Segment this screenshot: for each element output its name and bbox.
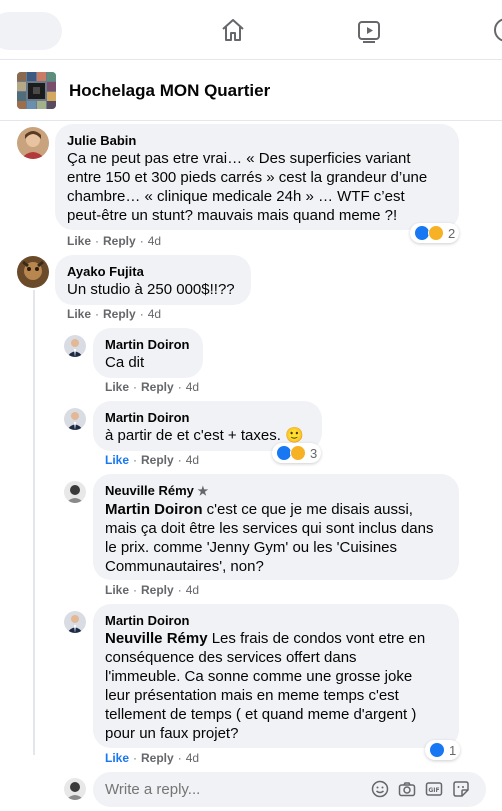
wow-reaction-icon	[290, 445, 306, 461]
reply-actions: Like · Reply · 4d	[105, 453, 200, 467]
reply-composer[interactable]: GIF	[93, 772, 486, 807]
reply-button[interactable]: Reply	[141, 453, 174, 467]
current-user-avatar[interactable]	[64, 778, 86, 800]
comment-text-line: Ça ne peut pas etre vrai… « Des superfic…	[67, 150, 411, 167]
comment-text-line: Un studio à 250 000$!!??	[67, 281, 235, 298]
reply-button[interactable]: Reply	[141, 751, 174, 765]
reply-author[interactable]: Martin Doiron	[105, 336, 191, 353]
avatar[interactable]	[64, 611, 86, 633]
reply-text-line: leur présentation mais en meme temps c'e…	[105, 687, 399, 704]
avatar[interactable]	[64, 408, 86, 430]
avatar[interactable]	[17, 256, 49, 288]
top-navigation-bar	[0, 0, 502, 60]
reaction-summary[interactable]: 1	[425, 740, 461, 760]
reply-button[interactable]: Reply	[141, 583, 174, 597]
reply-text-line: Neuville Rémy Les frais de condos vont e…	[105, 629, 447, 648]
reply-text-line: tellement de temps ( et quand meme d'arg…	[105, 706, 417, 723]
reaction-count: 2	[448, 225, 456, 241]
haha-reaction-icon	[428, 225, 444, 241]
like-button[interactable]: Like	[67, 234, 91, 248]
comment-author[interactable]: Julie Babin	[67, 132, 447, 149]
comment-author[interactable]: Ayako Fujita	[67, 263, 239, 280]
groups-icon[interactable]	[492, 16, 502, 44]
timestamp[interactable]: 4d	[186, 583, 199, 597]
comment-text-line: chambre… « clinique medicale 24h » … WTF…	[67, 188, 405, 205]
comment-actions: Like · Reply · 4d	[67, 234, 162, 248]
watch-icon[interactable]	[355, 16, 383, 44]
reaction-count: 3	[310, 445, 318, 461]
like-button[interactable]: Like	[105, 583, 129, 597]
like-button[interactable]: Like	[105, 380, 129, 394]
camera-icon[interactable]	[398, 780, 416, 798]
like-button[interactable]: Like	[105, 751, 129, 765]
avatar[interactable]	[64, 335, 86, 357]
comment-actions: Like · Reply · 4d	[67, 307, 162, 321]
reply-text-line: mais ça doit être les services qui sont …	[105, 520, 434, 537]
avatar[interactable]	[17, 127, 49, 159]
reply-button[interactable]: Reply	[103, 234, 136, 248]
reply-bubble: Neuville Rémy ★ Martin Doiron c'est ce q…	[93, 474, 459, 580]
reply-text-line: à partir de et c'est + taxes. 🙂	[105, 427, 304, 444]
reply-actions: Like · Reply · 4d	[105, 751, 200, 765]
mention-link[interactable]: Martin Doiron	[105, 501, 203, 518]
home-icon[interactable]	[219, 16, 247, 44]
like-button[interactable]: Like	[67, 307, 91, 321]
comment-bubble: Julie Babin Ça ne peut pas etre vrai… « …	[55, 124, 459, 230]
reply-author[interactable]: Neuville Rémy ★	[105, 482, 447, 500]
sticker-icon[interactable]	[452, 780, 470, 798]
group-thumbnail[interactable]	[17, 72, 56, 109]
reply-bubble: Martin Doiron Ca dit	[93, 328, 203, 378]
emoji-icon[interactable]	[371, 780, 389, 798]
reply-actions: Like · Reply · 4d	[105, 380, 200, 394]
reply-text-line: Communautaires', non?	[105, 558, 264, 575]
mention-link[interactable]: Neuville Rémy	[105, 630, 208, 647]
timestamp[interactable]: 4d	[186, 453, 199, 467]
comment-text-line: peut-être un stunt? mauvais mais quand m…	[67, 207, 398, 224]
comment-text-line: entre 150 et 300 pieds carrés » cest la …	[67, 169, 428, 186]
svg-text:GIF: GIF	[428, 787, 439, 794]
timestamp[interactable]: 4d	[186, 751, 199, 765]
reaction-count: 1	[449, 742, 457, 758]
reply-input[interactable]	[105, 781, 355, 798]
thread-line	[33, 290, 35, 755]
reply-text-segment: c'est ce que je me disais aussi,	[202, 501, 413, 518]
top-fan-badge-icon: ★	[197, 484, 209, 498]
reply-bubble: Martin Doiron Neuville Rémy Les frais de…	[93, 604, 459, 748]
reply-author[interactable]: Martin Doiron	[105, 409, 310, 426]
comment-bubble: Ayako Fujita Un studio à 250 000$!!??	[55, 255, 251, 305]
reply-button[interactable]: Reply	[141, 380, 174, 394]
group-title[interactable]: Hochelaga MON Quartier	[69, 81, 270, 101]
timestamp[interactable]: 4d	[186, 380, 199, 394]
gif-icon[interactable]: GIF	[425, 780, 443, 798]
group-header: Hochelaga MON Quartier	[0, 61, 502, 121]
reply-author-name[interactable]: Neuville Rémy	[105, 483, 194, 498]
reply-author[interactable]: Martin Doiron	[105, 612, 447, 629]
timestamp[interactable]: 4d	[148, 307, 161, 321]
reply-text-segment: Les frais de condos vont etre en	[207, 630, 426, 647]
reply-text-line: Martin Doiron c'est ce que je me disais …	[105, 500, 447, 519]
reply-actions: Like · Reply · 4d	[105, 583, 200, 597]
reply-text-line: pour un faux projet?	[105, 725, 239, 742]
reply-text-line: Ca dit	[105, 354, 145, 371]
like-button[interactable]: Like	[105, 453, 129, 467]
reply-text-line: l'immeuble. Ca sonne comme une grosse jo…	[105, 668, 413, 685]
reply-text-line: conséquence des services offert dans	[105, 649, 357, 666]
search-field[interactable]	[0, 12, 62, 50]
reply-text-line: le prix. comme 'Jenny Gym' ou les 'Cuisi…	[105, 539, 398, 556]
reply-button[interactable]: Reply	[103, 307, 136, 321]
avatar[interactable]	[64, 481, 86, 503]
reaction-summary[interactable]: 3	[272, 443, 322, 463]
timestamp[interactable]: 4d	[148, 234, 161, 248]
like-reaction-icon	[429, 742, 445, 758]
reaction-summary[interactable]: 2	[410, 223, 460, 243]
